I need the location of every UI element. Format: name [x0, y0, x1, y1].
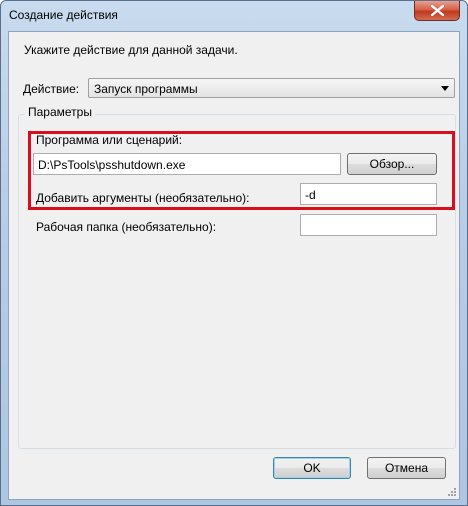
chevron-down-icon — [441, 86, 449, 91]
action-select-value: Запуск программы — [94, 82, 198, 96]
window-title: Создание действия — [9, 8, 118, 22]
program-label: Программа или сценарий: — [36, 133, 183, 147]
program-input[interactable]: D:\PsTools\psshutdown.exe — [33, 153, 341, 175]
title-bar[interactable]: Создание действия — [1, 1, 467, 31]
working-folder-label: Рабочая папка (необязательно): — [36, 220, 217, 234]
arguments-label: Добавить аргументы (необязательно): — [36, 191, 250, 205]
close-icon — [431, 5, 444, 16]
browse-button[interactable]: Обзор... — [347, 153, 437, 175]
dialog-client: Укажите действие для данной задачи. Дейс… — [8, 31, 460, 500]
close-button[interactable] — [414, 1, 460, 21]
resize-grip-icon[interactable] — [446, 486, 457, 497]
instruction-text: Укажите действие для данной задачи. — [24, 43, 238, 57]
ok-button[interactable]: OK — [273, 457, 351, 479]
parameters-group-title: Параметры — [25, 105, 95, 119]
cancel-button[interactable]: Отмена — [367, 457, 446, 479]
action-select[interactable]: Запуск программы — [88, 78, 455, 98]
arguments-input[interactable]: -d — [300, 183, 437, 205]
arguments-input-value: -d — [305, 188, 316, 202]
program-input-value: D:\PsTools\psshutdown.exe — [38, 158, 186, 172]
dialog-window: Создание действия Укажите действие для д… — [0, 0, 468, 506]
action-label: Действие: — [23, 82, 80, 96]
working-folder-input[interactable] — [300, 214, 437, 236]
